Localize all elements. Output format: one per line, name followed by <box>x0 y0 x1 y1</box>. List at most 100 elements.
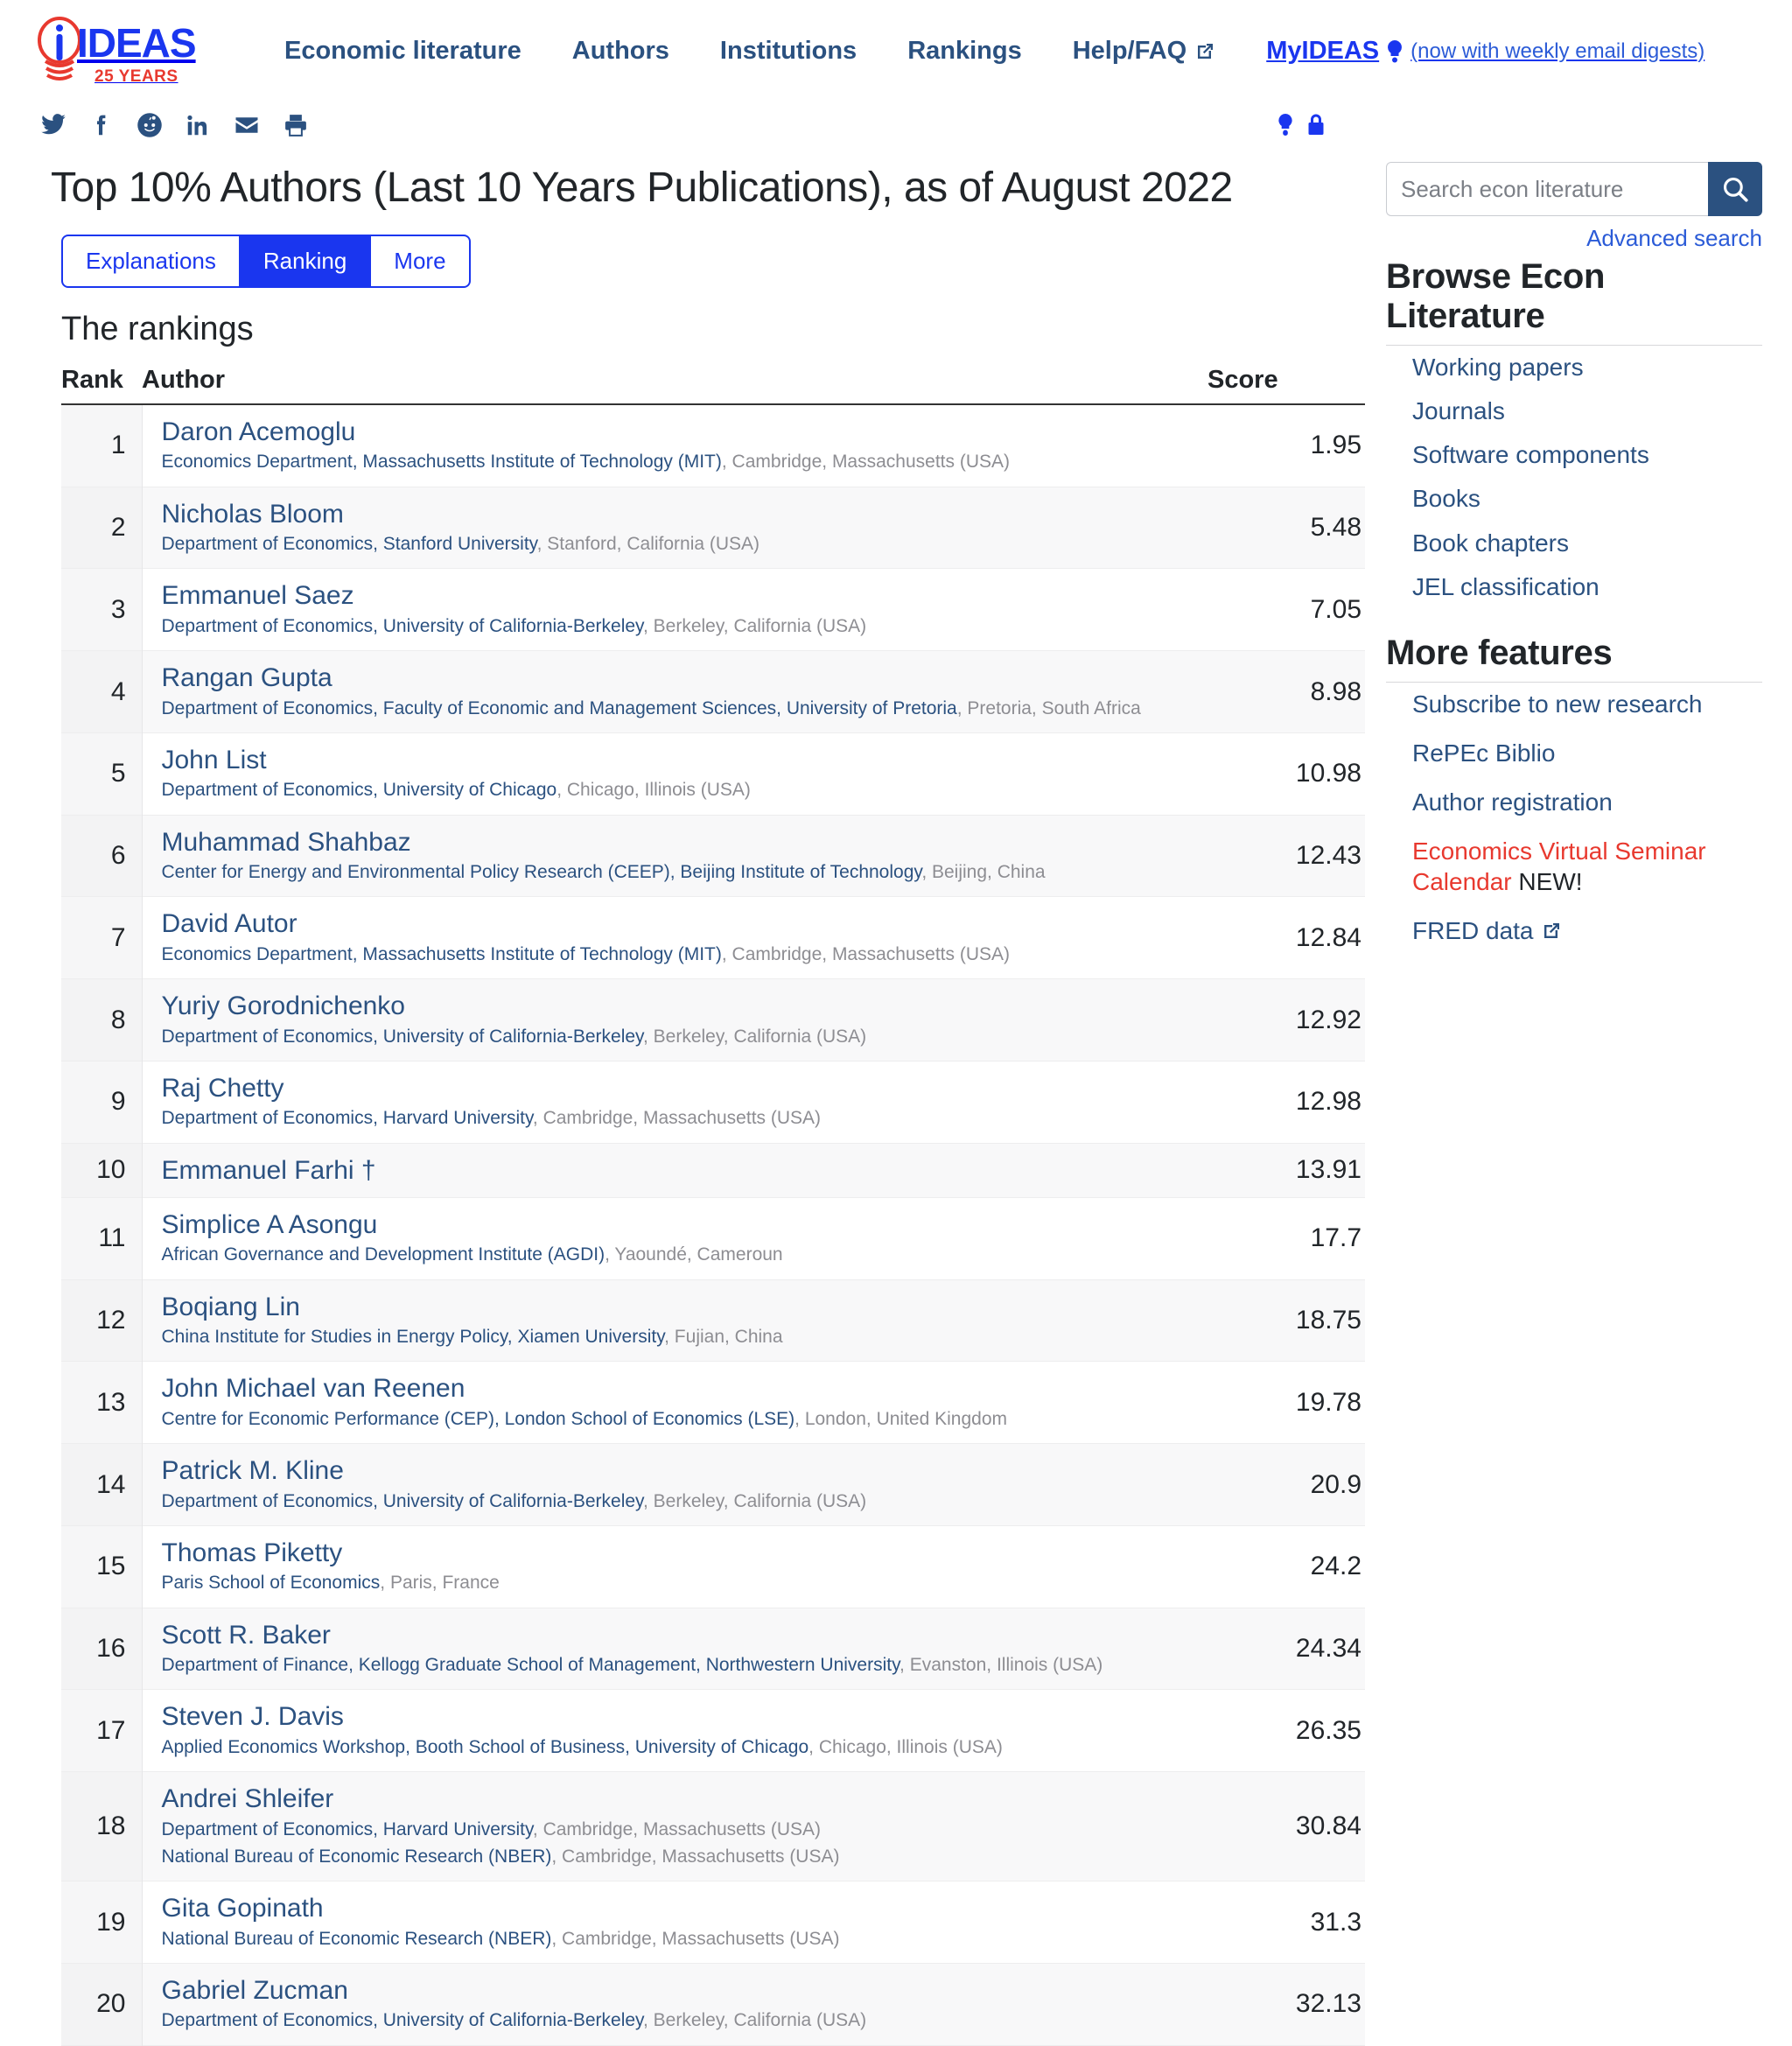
search-button[interactable] <box>1708 162 1762 216</box>
browse-link-working-papers[interactable]: Working papers <box>1412 354 1584 381</box>
nav-label: Help/FAQ <box>1072 37 1187 65</box>
affiliation-link[interactable]: Department of Economics, Harvard Univers… <box>162 1819 533 1839</box>
affiliation: Department of Economics, Faculty of Econ… <box>161 697 1141 718</box>
affiliation: Department of Economics, Harvard Univers… <box>161 1818 822 1839</box>
corner-icon-group <box>1276 113 1762 137</box>
author-link[interactable]: Boqiang Lin <box>162 1292 1208 1322</box>
ideas-logo[interactable]: IDEAS 25 YEARS <box>30 16 227 87</box>
browse-link-journals[interactable]: Journals <box>1412 397 1505 424</box>
author-link[interactable]: Yuriy Gorodnichenko <box>162 991 1208 1021</box>
logo-tagline: 25 YEARS <box>94 67 178 86</box>
table-header-row: Rank Author Score <box>61 362 1365 405</box>
author-cell: John List Department of Economics, Univer… <box>142 732 1208 815</box>
author-link[interactable]: Muhammad Shahbaz <box>162 827 1208 858</box>
browse-link-jel-classification[interactable]: JEL classification <box>1412 573 1600 600</box>
table-body: 1 Daron Acemoglu Economics Department, Mas… <box>61 404 1365 2046</box>
affiliation-link[interactable]: China Institute for Studies in Energy Po… <box>162 1327 665 1347</box>
affiliation-link[interactable]: Department of Economics, Stanford Univer… <box>162 534 537 554</box>
author-link[interactable]: Andrei Shleifer <box>162 1783 1208 1814</box>
facebook-icon[interactable] <box>88 112 115 138</box>
author-link[interactable]: Nicholas Bloom <box>162 499 1208 529</box>
author-link[interactable]: Daron Acemoglu <box>162 417 1208 447</box>
affiliation: Department of Economics, University of C… <box>161 2010 867 2031</box>
author-link[interactable]: John Michael van Reenen <box>162 1373 1208 1404</box>
tab-explanations[interactable]: Explanations <box>61 235 241 288</box>
nav-item-rankings[interactable]: Rankings <box>907 37 1022 66</box>
list-item: Economics Virtual Seminar Calendar NEW! <box>1412 837 1762 896</box>
affiliation: Economics Department, Massachusetts Inst… <box>161 943 1011 964</box>
author-link[interactable]: Patrick M. Kline <box>162 1455 1208 1486</box>
section-title: The rankings <box>61 311 254 347</box>
author-link[interactable]: Simplice A Asongu <box>162 1209 1208 1240</box>
rank-cell: 5 <box>61 732 143 816</box>
author-link[interactable]: Gabriel Zucman <box>162 1975 1208 2006</box>
author-link[interactable]: Emmanuel Farhi † <box>162 1155 1208 1186</box>
feature-link-repec-biblio[interactable]: RePEc Biblio <box>1412 739 1555 767</box>
affiliation-link[interactable]: Department of Economics, Faculty of Econ… <box>162 698 957 718</box>
score-cell: 31.3 <box>1310 1907 1362 1937</box>
lock-icon[interactable] <box>1306 113 1326 137</box>
author-link[interactable]: John List <box>162 745 1208 775</box>
score-cell: 5.48 <box>1208 487 1365 569</box>
table-row: 7 David Autor Economics Department, Massac… <box>61 896 1365 979</box>
affiliation-link[interactable]: Paris School of Economics <box>162 1573 381 1593</box>
affiliation-link[interactable]: Applied Economics Workshop, Booth School… <box>162 1737 809 1757</box>
affiliation-link[interactable]: Department of Economics, Harvard Univers… <box>162 1108 533 1128</box>
rank-cell: 6 <box>61 815 143 897</box>
score-cell: 20.9 <box>1208 1443 1365 1526</box>
author-link[interactable]: Raj Chetty <box>162 1073 1208 1104</box>
myideas-note: (now with weekly email digests) <box>1410 39 1705 63</box>
affiliation-link[interactable]: Centre for Economic Performance (CEP), L… <box>162 1409 795 1429</box>
affiliation-link[interactable]: Department of Economics, University of C… <box>162 1027 643 1047</box>
author-link[interactable]: Emmanuel Saez <box>162 580 1208 611</box>
affiliation-link[interactable]: Department of Economics, University of C… <box>162 2010 643 2030</box>
nav-item-institutions[interactable]: Institutions <box>720 37 857 66</box>
print-icon[interactable] <box>283 112 309 138</box>
affiliation-link[interactable]: Center for Energy and Environmental Poli… <box>162 862 922 882</box>
table-row: 15 Thomas Piketty Paris School of Economic… <box>61 1525 1365 1608</box>
search-input[interactable] <box>1386 162 1708 216</box>
affiliation: Department of Economics, Stanford Univer… <box>161 534 760 555</box>
affiliation-link[interactable]: Economics Department, Massachusetts Inst… <box>162 944 722 964</box>
advanced-search-link[interactable]: Advanced search <box>1586 225 1762 251</box>
affiliation-link[interactable]: Department of Economics, University of C… <box>162 780 557 800</box>
tab-more[interactable]: More <box>371 235 471 288</box>
author-link[interactable]: Gita Gopinath <box>162 1893 1208 1923</box>
nav-item-myideas[interactable]: MyIDEAS (now with weekly email digests) <box>1266 37 1704 66</box>
affiliation-link[interactable]: Department of Economics, University of C… <box>162 616 643 636</box>
feature-link-author-registration[interactable]: Author registration <box>1412 788 1613 816</box>
author-link[interactable]: Thomas Piketty <box>162 1538 1208 1568</box>
twitter-icon[interactable] <box>40 112 66 138</box>
reddit-icon[interactable] <box>136 112 163 138</box>
browse-link-book-chapters[interactable]: Book chapters <box>1412 529 1569 557</box>
main-column: Top 10% Authors (Last 10 Years Publicati… <box>30 148 1365 2046</box>
affiliation-link[interactable]: Department of Finance, Kellogg Graduate … <box>162 1655 900 1675</box>
browse-link-books[interactable]: Books <box>1412 485 1480 512</box>
author-link[interactable]: Scott R. Baker <box>162 1620 1208 1650</box>
list-item: RePEc Biblio <box>1412 739 1762 768</box>
affiliation-link[interactable]: Department of Economics, University of C… <box>162 1491 643 1511</box>
nav-item-help-faq[interactable]: Help/FAQ <box>1073 37 1216 66</box>
author-link[interactable]: David Autor <box>162 908 1208 939</box>
table-row: 3 Emmanuel Saez Department of Economics, U… <box>61 568 1365 651</box>
email-icon[interactable] <box>233 112 261 138</box>
affiliation-link[interactable]: African Governance and Development Insti… <box>162 1244 606 1265</box>
affiliation-link[interactable]: National Bureau of Economic Research (NB… <box>162 1929 552 1949</box>
external-link-icon <box>1544 922 1559 938</box>
tab-ranking[interactable]: Ranking <box>240 235 372 288</box>
score-cell: 13.91 <box>1208 1143 1365 1198</box>
author-cell: Emmanuel Saez Department of Economics, Un… <box>142 569 1208 651</box>
author-link[interactable]: Rangan Gupta <box>162 662 1208 693</box>
nav-item-economic-literature[interactable]: Economic literature <box>284 37 522 66</box>
feature-link-subscribe-to-new-research[interactable]: Subscribe to new research <box>1412 690 1703 718</box>
share-icon-group <box>40 112 309 138</box>
feature-link-fred-data[interactable]: FRED data <box>1412 917 1534 944</box>
linkedin-icon[interactable] <box>185 112 211 138</box>
affiliation-link[interactable]: Economics Department, Massachusetts Inst… <box>162 452 722 472</box>
nav-item-authors[interactable]: Authors <box>572 37 669 66</box>
affiliation-link[interactable]: National Bureau of Economic Research (NB… <box>162 1846 552 1867</box>
author-link[interactable]: Steven J. Davis <box>162 1701 1208 1732</box>
lightbulb-icon[interactable] <box>1276 113 1295 137</box>
share-bar <box>30 99 1762 148</box>
browse-link-software-components[interactable]: Software components <box>1412 441 1649 468</box>
